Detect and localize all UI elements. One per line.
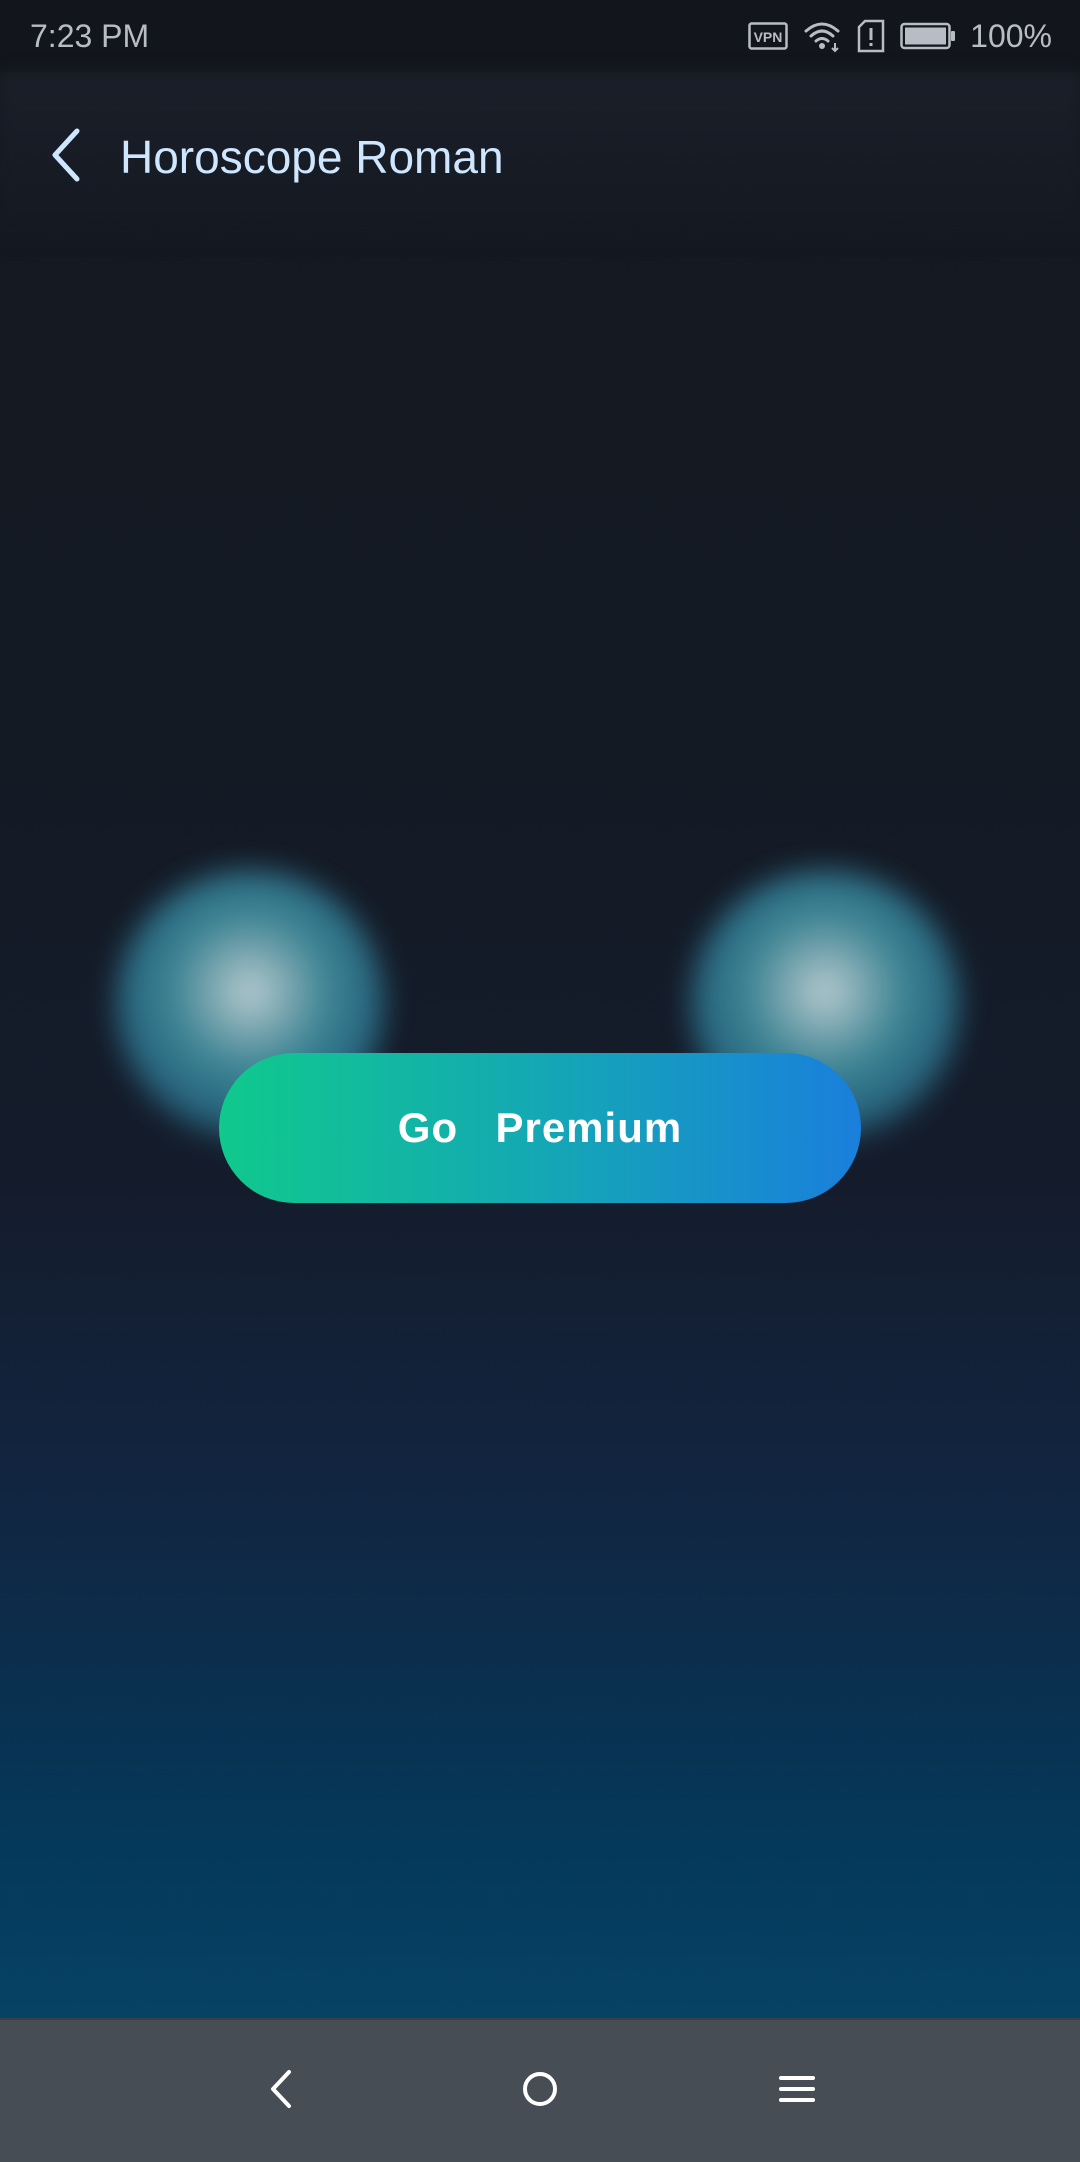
svg-text:VPN: VPN — [754, 29, 783, 45]
nav-back-button[interactable] — [236, 2046, 326, 2136]
home-circle-icon — [515, 2064, 565, 2119]
back-button[interactable] — [30, 122, 100, 192]
menu-lines-icon — [772, 2064, 822, 2119]
battery-percent: 100% — [970, 17, 1052, 54]
nav-menu-button[interactable] — [752, 2046, 842, 2136]
battery-icon — [900, 22, 956, 50]
status-time: 7:23 PM — [30, 18, 150, 54]
wifi-icon — [802, 19, 842, 53]
status-bar: 7:23 PM VPN 100% — [0, 0, 1080, 72]
sim-alert-icon — [856, 19, 886, 53]
chevron-left-icon — [45, 125, 85, 190]
vpn-icon: VPN — [748, 22, 788, 50]
page-title: Horoscope Roman — [120, 131, 504, 183]
navigation-bar — [0, 2018, 1080, 2162]
go-premium-label: Go Premium — [397, 1104, 683, 1151]
nav-home-button[interactable] — [495, 2046, 585, 2136]
app-header: Horoscope Roman — [0, 100, 1080, 216]
back-triangle-icon — [261, 2064, 301, 2119]
go-premium-button[interactable]: Go Premium — [219, 1053, 861, 1203]
status-icons: VPN 100% — [748, 14, 1052, 58]
